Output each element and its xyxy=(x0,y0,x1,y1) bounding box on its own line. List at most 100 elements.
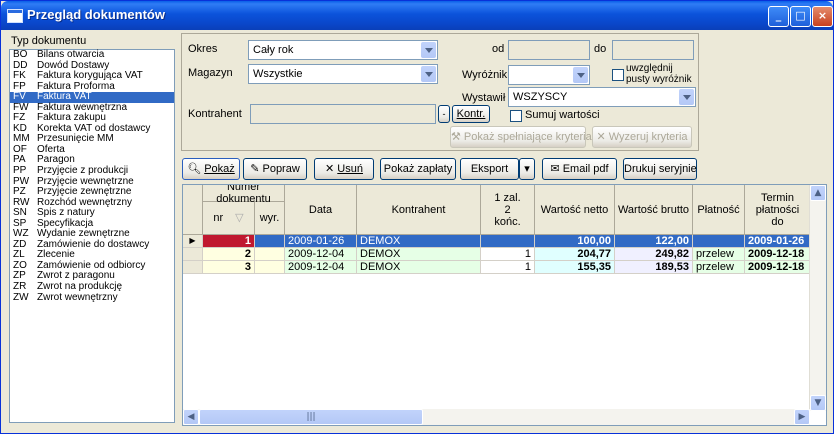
grid-cell-kontrahent[interactable]: DEMOX xyxy=(357,261,481,274)
grid-cell-zal[interactable] xyxy=(481,235,535,248)
header-kontrahent[interactable]: Kontrahent xyxy=(357,185,481,235)
grid-cell-termin[interactable]: 2009-01-26 xyxy=(745,235,811,248)
okres-select[interactable]: Cały rok xyxy=(248,40,438,60)
reset-criteria-button[interactable]: ✕ Wyzeruj kryteria xyxy=(592,126,692,148)
kontrahent-field[interactable] xyxy=(250,104,436,124)
grid-cell-data[interactable]: 2009-12-04 xyxy=(285,248,357,261)
grid-cell-netto[interactable]: 155,35 xyxy=(535,261,615,274)
document-type-name: Faktura Proforma xyxy=(37,80,115,92)
grid-cell-kontrahent[interactable]: DEMOX xyxy=(357,235,481,248)
grid-cell-nr[interactable]: 3 xyxy=(203,261,255,274)
document-type-item[interactable]: ZD Zamówienie do dostawcy xyxy=(10,238,174,251)
minimize-button[interactable]: _ xyxy=(768,6,789,27)
window-title: Przegląd dokumentów xyxy=(27,7,165,22)
show-payments-button[interactable]: Pokaż zapłaty xyxy=(380,158,456,180)
document-type-item[interactable]: FP Faktura Proforma xyxy=(10,80,174,93)
row-indicator[interactable] xyxy=(183,248,203,261)
sort-icon: ▽ xyxy=(235,212,244,224)
document-type-code: ZR xyxy=(13,281,27,293)
grid-cell-termin[interactable]: 2009-12-18 xyxy=(745,248,811,261)
vertical-scrollbar[interactable]: ▲ ▼ xyxy=(809,185,826,411)
grid-cell-brutto[interactable]: 249,82 xyxy=(615,248,693,261)
export-button[interactable]: Eksport xyxy=(460,158,519,180)
scroll-left-icon[interactable]: ◀ xyxy=(183,409,199,425)
document-type-item[interactable]: OF Oferta xyxy=(10,143,174,156)
documents-grid[interactable]: Numer dokumentu nr ▽ wyr. Data Kontrahent… xyxy=(182,184,827,426)
close-button[interactable]: × xyxy=(812,6,833,27)
grid-cell-netto[interactable]: 100,00 xyxy=(535,235,615,248)
document-type-code: PP xyxy=(13,165,27,177)
header-nr[interactable]: nr ▽ xyxy=(203,202,255,235)
maximize-button[interactable]: □ xyxy=(790,6,811,27)
magazyn-select[interactable]: Wszystkie xyxy=(248,64,438,84)
grid-cell-nr[interactable]: 1 xyxy=(203,235,255,248)
row-indicator[interactable]: ▶ xyxy=(183,235,203,248)
scroll-right-icon[interactable]: ▶ xyxy=(794,409,810,425)
document-type-name: Przyjęcie zewnętrzne xyxy=(37,186,132,198)
document-type-name: Zamówienie do dostawcy xyxy=(37,238,150,250)
document-type-name: Faktura zakupu xyxy=(37,112,106,124)
header-zal[interactable]: 1 zal. 2 końc. xyxy=(481,185,535,235)
grid-cell-platnosc[interactable]: przelew xyxy=(693,248,745,261)
document-type-label: Typ dokumentu xyxy=(11,35,87,47)
row-indicator[interactable] xyxy=(183,261,203,274)
chevron-down-icon xyxy=(421,66,436,82)
document-type-item[interactable]: ZW Zwrot wewnętrzny xyxy=(10,292,174,304)
grid-cell-data[interactable]: 2009-01-26 xyxy=(285,235,357,248)
grid-cell-termin[interactable]: 2009-12-18 xyxy=(745,261,811,274)
grid-cell-zal[interactable]: 1 xyxy=(481,248,535,261)
export-dropdown-button[interactable]: ▾ xyxy=(519,158,535,180)
header-netto[interactable]: Wartość netto xyxy=(535,185,615,235)
sumuj-checkbox[interactable] xyxy=(510,110,522,122)
header-data[interactable]: Data xyxy=(285,185,357,235)
document-type-item[interactable]: MM Przesunięcie MM xyxy=(10,134,174,145)
document-type-name: Oferta xyxy=(37,143,65,155)
grid-cell-data[interactable]: 2009-12-04 xyxy=(285,261,357,274)
grid-cell-brutto[interactable]: 189,53 xyxy=(615,261,693,274)
document-type-name: Bilans otwarcia xyxy=(37,49,105,60)
header-brutto[interactable]: Wartość brutto xyxy=(615,185,693,235)
document-type-name: Rozchód wewnętrzny xyxy=(37,196,133,208)
header-platnosc[interactable]: Płatność xyxy=(693,185,745,235)
show-matching-button[interactable]: ⚒ Pokaż spełniające kryteria xyxy=(450,126,592,148)
edit-button[interactable]: ✎ Popraw xyxy=(243,158,307,180)
grid-cell-wyr[interactable] xyxy=(255,261,285,274)
document-type-list[interactable]: BO Bilans otwarcia DD Dowód Dostawy FK Faktur… xyxy=(9,49,175,423)
email-pdf-button[interactable]: ✉ Email pdf xyxy=(542,158,617,180)
scroll-thumb[interactable]: ||| xyxy=(199,409,423,425)
grid-cell-netto[interactable]: 204,77 xyxy=(535,248,615,261)
grid-cell-wyr[interactable] xyxy=(255,235,285,248)
delete-button[interactable]: ✕ Usuń xyxy=(314,158,374,180)
grid-cell-nr[interactable]: 2 xyxy=(203,248,255,261)
document-type-name: Faktura wewnętrzna xyxy=(37,101,128,113)
kontrahent-clear-button[interactable]: - xyxy=(438,105,450,123)
scroll-down-icon[interactable]: ▼ xyxy=(810,395,826,411)
grid-cell-platnosc[interactable] xyxy=(693,235,745,248)
chevron-down-icon xyxy=(421,42,436,58)
grid-cell-zal[interactable]: 1 xyxy=(481,261,535,274)
show-button[interactable]: 🔍︎ Pokaż xyxy=(182,158,240,180)
horizontal-scrollbar[interactable]: ◀ ||| ▶ xyxy=(183,409,810,425)
grid-cell-wyr[interactable] xyxy=(255,248,285,261)
scroll-up-icon[interactable]: ▲ xyxy=(810,185,826,201)
date-to-field[interactable] xyxy=(612,40,694,60)
title-bar[interactable]: Przegląd dokumentów _ □ × xyxy=(1,1,833,30)
document-type-name: Specyfikacja xyxy=(37,217,94,229)
wyroznik-label: Wyróżnik xyxy=(462,69,508,81)
header-termin[interactable]: Termin płatności do xyxy=(745,185,811,235)
document-type-name: Zamówienie od odbiorcy xyxy=(37,259,146,271)
wyroznik-select[interactable] xyxy=(508,65,590,85)
kontr-button[interactable]: Kontr. xyxy=(452,105,490,123)
grid-cell-platnosc[interactable]: przelew xyxy=(693,261,745,274)
email-icon: ✉ xyxy=(550,163,563,175)
date-from-field[interactable] xyxy=(508,40,590,60)
window-app-icon xyxy=(7,9,23,23)
grid-cell-brutto[interactable]: 122,00 xyxy=(615,235,693,248)
wystawil-select[interactable]: WSZYSCY xyxy=(508,87,696,107)
reset-icon: ✕ xyxy=(596,131,609,143)
header-wyr[interactable]: wyr. xyxy=(255,202,285,235)
uwzglednij-checkbox[interactable] xyxy=(612,69,624,81)
document-type-name: Przesunięcie MM xyxy=(37,133,114,145)
print-batch-button[interactable]: Drukuj seryjnie xyxy=(623,158,697,180)
grid-cell-kontrahent[interactable]: DEMOX xyxy=(357,248,481,261)
